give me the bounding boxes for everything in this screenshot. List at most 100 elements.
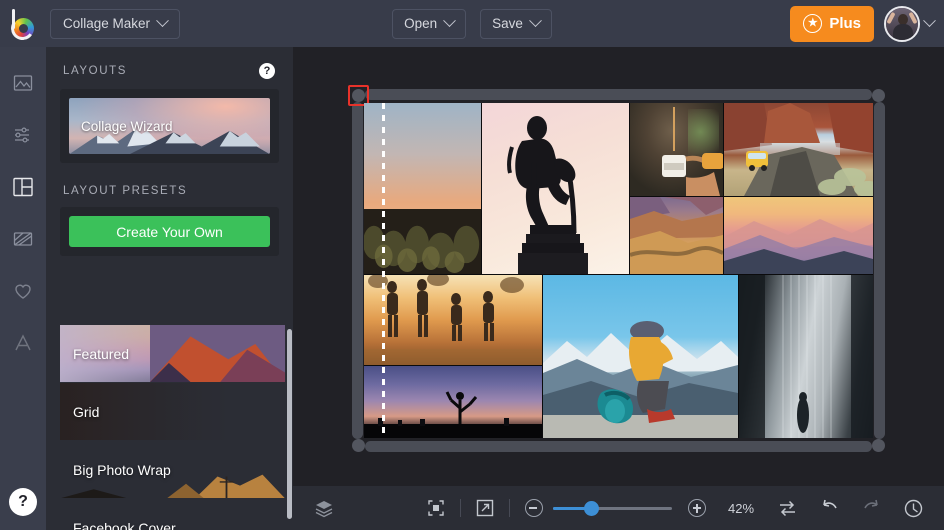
layers-icon [314, 498, 334, 518]
cell-runners-sunset[interactable] [364, 275, 542, 365]
project-title-dropdown[interactable]: Collage Maker [50, 9, 180, 39]
list-item[interactable]: Facebook Cover [60, 499, 285, 530]
selection-marching-ants [382, 103, 385, 438]
plus-label: Plus [829, 15, 861, 32]
cell-mountain-sitter[interactable] [543, 275, 738, 438]
joshua-tree-artwork [364, 366, 542, 438]
layouts-help-icon[interactable]: ? [259, 63, 275, 79]
text-a-icon [11, 331, 35, 355]
cell-valley-desert[interactable] [630, 197, 723, 274]
resize-handle-top-right[interactable] [872, 89, 885, 102]
zoom-level-value: 42% [728, 501, 768, 516]
cell-waterfall[interactable] [739, 275, 873, 438]
frame-right-bar[interactable] [874, 102, 885, 439]
texture-icon [12, 228, 34, 250]
preset-artwork [150, 325, 285, 382]
sidebar-item-image-manager[interactable] [0, 63, 46, 103]
presets-section-header: LAYOUT PRESETS [46, 163, 293, 207]
presets-scrollbar-thumb[interactable] [287, 329, 292, 519]
heart-icon [12, 280, 34, 302]
chevron-down-icon [156, 14, 169, 27]
cell-purple-hills[interactable] [724, 197, 873, 274]
star-icon: ★ [803, 14, 822, 33]
chevron-down-icon [443, 14, 456, 27]
canvas-workspace[interactable] [293, 47, 944, 530]
avatar-body [893, 24, 913, 42]
redo-button[interactable] [852, 486, 890, 530]
collage-wizard-card: Collage Wizard [60, 89, 279, 163]
list-item-label: Big Photo Wrap [60, 462, 171, 478]
zoom-slider-knob[interactable] [584, 501, 599, 516]
create-your-own-card: Create Your Own [60, 207, 279, 256]
swap-arrows-icon [777, 498, 798, 519]
history-button[interactable] [894, 486, 932, 530]
save-label: Save [492, 16, 523, 31]
undo-button[interactable] [810, 486, 848, 530]
layouts-panel: LAYOUTS ? Collage Wizard LAYOUT PRESETS … [46, 47, 293, 530]
cell-climber-silhouette[interactable] [482, 103, 629, 274]
list-item-label: Featured [60, 346, 129, 362]
canyon-road-artwork [724, 103, 873, 196]
sidebar-item-favorites[interactable] [0, 271, 46, 311]
hills-artwork [724, 197, 873, 274]
cell-joshua-tree-night[interactable] [364, 366, 542, 438]
history-clock-icon [903, 498, 924, 519]
list-item-label: Grid [60, 404, 99, 420]
zoom-out-icon [525, 499, 543, 517]
frame-top-bar[interactable] [365, 89, 872, 100]
sidebar-item-collage-layouts[interactable] [0, 167, 46, 207]
fit-to-screen-button[interactable] [417, 486, 455, 530]
layouts-heading: LAYOUTS [63, 65, 127, 77]
logo-b-icon [9, 9, 37, 39]
list-item[interactable]: Big Photo Wrap [60, 441, 285, 498]
resize-handle-bottom-right[interactable] [872, 439, 885, 452]
befunky-logo[interactable] [0, 0, 46, 47]
project-title-label: Collage Maker [63, 16, 150, 31]
zoom-slider[interactable] [553, 501, 673, 515]
plus-upgrade-button[interactable]: ★ Plus [790, 6, 874, 42]
collage-maker-app: Collage Maker Open Save ★ Plus [0, 0, 944, 530]
mountain-sitter-artwork [543, 275, 738, 438]
tool-rail: ? [0, 47, 46, 530]
create-your-own-button[interactable]: Create Your Own [69, 216, 270, 247]
layers-button[interactable] [305, 486, 343, 530]
expand-button[interactable] [466, 486, 504, 530]
list-item-label: Facebook Cover [60, 520, 176, 530]
list-item[interactable]: Grid [60, 383, 285, 440]
undo-icon [819, 498, 840, 519]
swap-button[interactable] [768, 486, 806, 530]
frame-bottom-bar[interactable] [365, 441, 872, 452]
top-toolbar: Collage Maker Open Save ★ Plus [0, 0, 944, 47]
open-label: Open [404, 16, 437, 31]
frame-left-bar[interactable] [352, 102, 363, 439]
layout-grid-icon [11, 175, 35, 199]
zoom-in-icon [688, 499, 706, 517]
expand-arrow-icon [475, 498, 495, 518]
sidebar-item-graphics[interactable] [0, 219, 46, 259]
account-menu[interactable] [884, 6, 934, 42]
climber-silhouette-artwork [482, 103, 629, 274]
list-item[interactable]: Featured [60, 325, 285, 382]
runners-artwork [364, 275, 542, 365]
collage-wizard-tile[interactable]: Collage Wizard [69, 98, 270, 154]
sidebar-item-text[interactable] [0, 323, 46, 363]
zoom-out-button[interactable] [515, 486, 553, 530]
collage-canvas[interactable] [364, 103, 873, 438]
cell-coffee-cup[interactable] [630, 103, 723, 196]
cell-canyon-road-van[interactable] [724, 103, 873, 196]
layout-presets-list[interactable]: Featured Grid Big Photo Wrap [60, 325, 285, 530]
sidebar-item-edit-adjust[interactable] [0, 115, 46, 155]
bottom-right-actions [768, 486, 944, 530]
open-button[interactable]: Open [392, 9, 466, 39]
chevron-down-icon [529, 14, 542, 27]
chevron-down-icon [923, 14, 936, 27]
help-button[interactable]: ? [9, 488, 37, 516]
avatar [884, 6, 920, 42]
presets-scrollbar[interactable] [287, 329, 292, 522]
account-group: ★ Plus [790, 6, 934, 42]
zoom-in-button[interactable] [678, 486, 716, 530]
valley-artwork [630, 197, 723, 274]
divider [509, 499, 510, 517]
resize-handle-bottom-left[interactable] [352, 439, 365, 452]
save-button[interactable]: Save [480, 9, 552, 39]
